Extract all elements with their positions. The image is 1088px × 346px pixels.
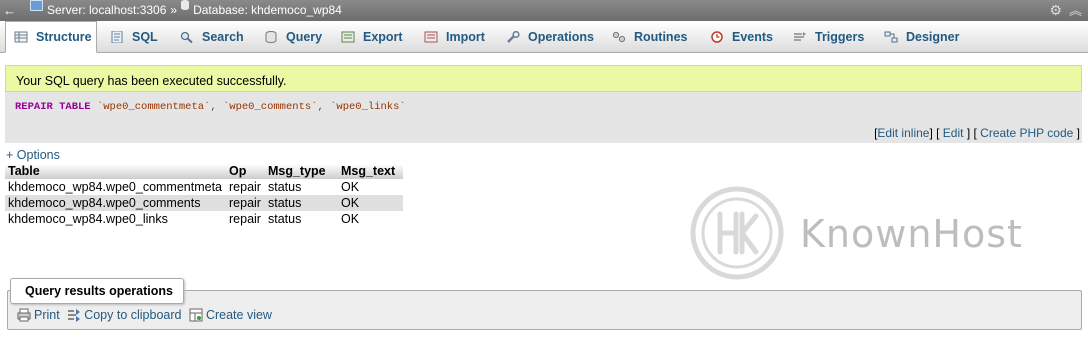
triggers-icon <box>794 32 806 41</box>
edit-link[interactable]: Edit <box>943 126 964 140</box>
server-icon <box>30 0 43 11</box>
cell-table: khdemoco_wp84.wpe0_links <box>5 211 227 227</box>
cell-msg-type: status <box>264 195 338 211</box>
column-header-op[interactable]: Op <box>226 164 265 179</box>
collapse-icon[interactable]: ︽ <box>1069 0 1082 21</box>
sql-action-links: [Edit inline] [ Edit ] [ Create PHP code… <box>5 124 1082 143</box>
success-message: Your SQL query has been executed success… <box>5 65 1082 92</box>
sql-table-name: `wpe0_comments` <box>222 101 318 113</box>
cell-msg-type: status <box>264 179 338 195</box>
database-crumb[interactable]: Database: khdemoco_wp84 <box>181 0 342 21</box>
options-toggle[interactable]: + Options <box>6 148 60 162</box>
tab-structure-label: Structure <box>36 30 92 44</box>
query-icon <box>265 31 277 43</box>
clock-icon <box>711 31 723 43</box>
routines-icon <box>612 31 626 43</box>
tab-query[interactable]: Query <box>264 22 322 52</box>
cell-table: khdemoco_wp84.wpe0_comments <box>5 195 227 211</box>
column-header-table[interactable]: Table <box>5 164 227 179</box>
print-icon <box>17 308 31 322</box>
main-tab-bar: Structure SQL Search Query Export Import… <box>0 21 1088 53</box>
results-table: Table Op Msg_type Msg_text khdemoco_wp84… <box>5 164 403 227</box>
sql-keyword: REPAIR TABLE <box>15 101 91 113</box>
table-header-row: Table Op Msg_type Msg_text <box>5 164 403 179</box>
tab-routines-label: Routines <box>634 30 688 44</box>
tab-export-label: Export <box>363 30 403 44</box>
tab-search[interactable]: Search <box>180 22 244 52</box>
cell-msg-text: OK <box>337 211 403 227</box>
database-icon <box>181 0 190 10</box>
tab-import-label: Import <box>446 30 485 44</box>
back-arrow-icon[interactable]: ← <box>3 0 17 21</box>
query-results-operations-links: Print Copy to clipboard Create view <box>17 308 276 322</box>
tab-designer-label: Designer <box>906 30 960 44</box>
tab-events-label: Events <box>732 30 773 44</box>
cell-op: repair <box>226 179 265 195</box>
sql-table-name: `wpe0_commentmeta` <box>96 101 211 113</box>
table-row: khdemoco_wp84.wpe0_links repair status O… <box>5 211 403 227</box>
print-label: Print <box>34 308 60 322</box>
tab-import[interactable]: Import <box>424 22 485 52</box>
breadcrumb-separator: » <box>170 3 178 17</box>
create-view-link[interactable]: Create view <box>189 308 272 322</box>
tab-triggers-label: Triggers <box>815 30 865 44</box>
tab-triggers[interactable]: Triggers <box>793 22 864 52</box>
search-icon <box>180 31 193 43</box>
cell-msg-type: status <box>264 211 338 227</box>
copy-to-clipboard-link[interactable]: Copy to clipboard <box>67 308 181 322</box>
knownhost-logo-icon <box>690 186 784 280</box>
watermark-text: KnownHost <box>800 212 1023 256</box>
gear-icon[interactable]: ⚙ <box>1049 0 1062 21</box>
cell-table: khdemoco_wp84.wpe0_commentmeta <box>5 179 227 195</box>
create-view-icon <box>189 308 203 322</box>
tab-query-label: Query <box>286 30 323 44</box>
tab-operations-label: Operations <box>528 30 594 44</box>
column-header-msg-type[interactable]: Msg_type <box>264 164 338 179</box>
structure-icon <box>14 31 28 43</box>
tab-events[interactable]: Events <box>710 22 773 52</box>
server-breadcrumb-bar: ← Server: localhost:3306 » Database: khdem… <box>0 0 1088 21</box>
tab-export[interactable]: Export <box>341 22 403 52</box>
sql-query-display: REPAIR TABLE `wpe0_commentmeta`, `wpe0_c… <box>5 92 1082 124</box>
table-row: khdemoco_wp84.wpe0_comments repair statu… <box>5 195 403 211</box>
column-header-msg-text[interactable]: Msg_text <box>337 164 403 179</box>
designer-icon <box>884 31 898 43</box>
sql-table-name: `wpe0_links` <box>330 101 406 113</box>
import-icon <box>424 31 438 43</box>
query-results-operations-title: Query results operations <box>10 278 184 304</box>
cell-msg-text: OK <box>337 195 403 211</box>
create-php-code-link[interactable]: Create PHP code <box>980 126 1073 140</box>
cell-op: repair <box>226 211 265 227</box>
breadcrumb: Server: localhost:3306 » Database: khdemoc… <box>30 0 342 21</box>
tab-sql-label: SQL <box>132 30 158 44</box>
cell-msg-text: OK <box>337 179 403 195</box>
tab-search-label: Search <box>202 30 244 44</box>
clipboard-icon <box>68 309 81 322</box>
tab-structure[interactable]: Structure <box>5 21 97 53</box>
tab-designer[interactable]: Designer <box>884 22 960 52</box>
edit-inline-link[interactable]: Edit inline <box>877 126 929 140</box>
tab-sql[interactable]: SQL <box>110 22 158 52</box>
table-row: khdemoco_wp84.wpe0_commentmeta repair st… <box>5 179 403 195</box>
server-crumb[interactable]: Server: localhost:3306 <box>30 0 166 21</box>
copy-label: Copy to clipboard <box>84 308 182 322</box>
wrench-icon <box>507 31 520 43</box>
tab-operations[interactable]: Operations <box>506 22 594 52</box>
export-icon <box>341 31 355 43</box>
tab-routines[interactable]: Routines <box>612 22 687 52</box>
cell-op: repair <box>226 195 265 211</box>
print-link[interactable]: Print <box>17 308 60 322</box>
create-view-label: Create view <box>205 308 272 322</box>
sql-icon <box>111 31 123 43</box>
